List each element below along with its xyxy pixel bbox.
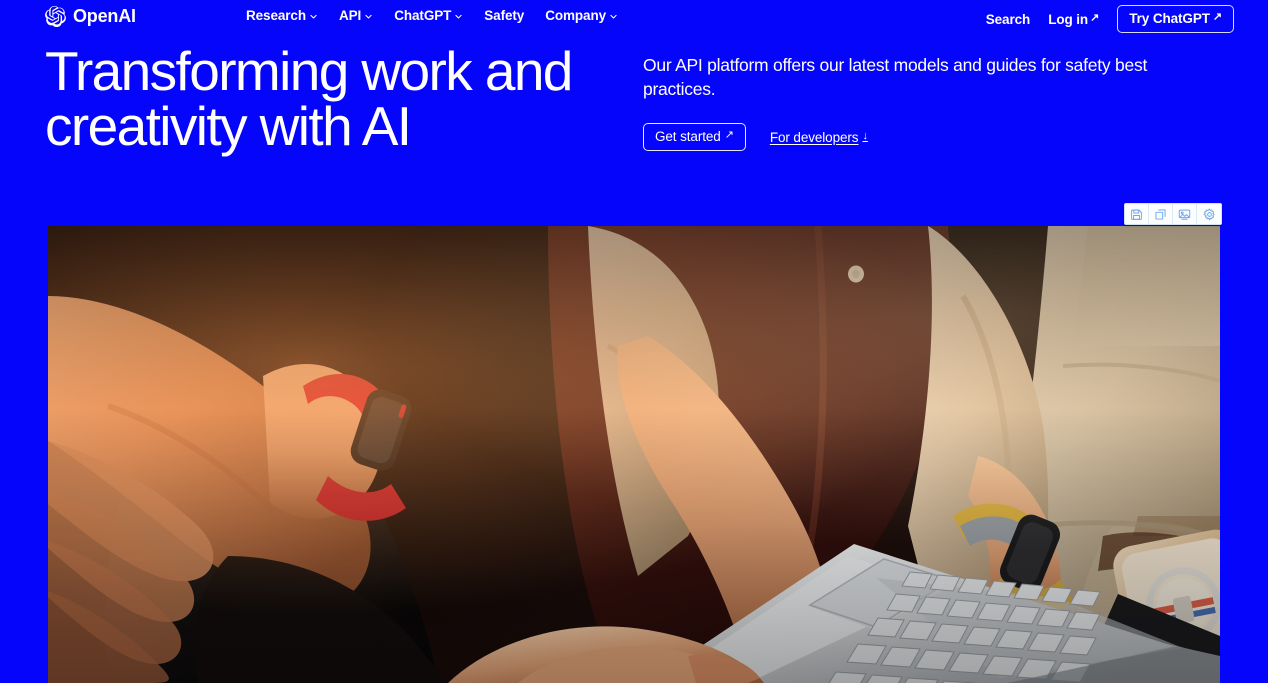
secondary-nav-items: Search Log in ↗ Try ChatGPT ↗	[986, 5, 1234, 33]
top-navigation-bar: OpenAI Research API ChatGPT Safety Compa…	[0, 0, 1268, 34]
nav-item-label: Company	[545, 8, 607, 23]
openai-homepage: OpenAI Research API ChatGPT Safety Compa…	[0, 0, 1268, 683]
hero-action-row: Get started ↗ For developers ↓	[643, 123, 1223, 152]
try-chatgpt-button[interactable]: Try ChatGPT ↗	[1117, 5, 1234, 33]
hero-image-artwork	[48, 226, 1220, 683]
for-developers-label: For developers	[769, 129, 859, 145]
page-title: Transforming work and creativity with AI	[45, 44, 573, 157]
brand-logo-link[interactable]: OpenAI	[45, 6, 136, 27]
arrow-down-icon: ↓	[862, 129, 868, 142]
nav-item-api[interactable]: API	[339, 8, 373, 23]
chevron-down-icon	[454, 10, 463, 21]
nav-item-research[interactable]: Research	[246, 8, 318, 23]
nav-item-company[interactable]: Company	[545, 8, 618, 23]
login-link[interactable]: Log in ↗	[1048, 12, 1099, 27]
settings-icon[interactable]	[1197, 204, 1221, 224]
hero-description: Our API platform offers our latest model…	[643, 55, 1148, 99]
image-icon[interactable]	[1173, 204, 1197, 224]
try-chatgpt-label: Try ChatGPT	[1129, 11, 1210, 26]
login-label: Log in	[1048, 11, 1089, 27]
copy-icon[interactable]	[1149, 204, 1173, 224]
page-title-line-1: Transforming work and	[45, 40, 573, 102]
brand-name: OpenAI	[73, 6, 136, 26]
search-label: Search	[985, 11, 1031, 27]
chevron-down-icon	[609, 10, 618, 21]
nav-item-label: ChatGPT	[394, 8, 452, 23]
nav-item-label: Research	[246, 8, 306, 23]
get-started-button[interactable]: Get started ↗	[643, 123, 746, 152]
chevron-down-icon	[309, 10, 318, 21]
openai-blossom-logo-icon	[45, 6, 66, 27]
primary-nav-items: Research API ChatGPT Safety Company	[246, 8, 618, 23]
image-overlay-toolbar	[1124, 203, 1222, 225]
search-button[interactable]: Search	[985, 11, 1031, 27]
arrow-up-right-icon: ↗	[1212, 11, 1222, 23]
chevron-down-icon	[364, 10, 373, 21]
hero-image	[48, 226, 1220, 683]
get-started-label: Get started	[655, 129, 721, 145]
nav-item-safety[interactable]: Safety	[484, 8, 524, 23]
save-icon[interactable]	[1125, 204, 1149, 224]
nav-item-label: Safety	[484, 8, 525, 23]
hero-right-column: Our API platform offers our latest model…	[643, 54, 1223, 152]
nav-item-chatgpt[interactable]: ChatGPT	[394, 8, 463, 23]
for-developers-link[interactable]: For developers ↓	[770, 130, 868, 145]
arrow-up-right-icon: ↗	[724, 129, 734, 142]
page-title-line-2: creativity with AI	[45, 95, 412, 157]
nav-item-label: API	[339, 8, 362, 23]
arrow-up-right-icon: ↗	[1090, 11, 1100, 24]
